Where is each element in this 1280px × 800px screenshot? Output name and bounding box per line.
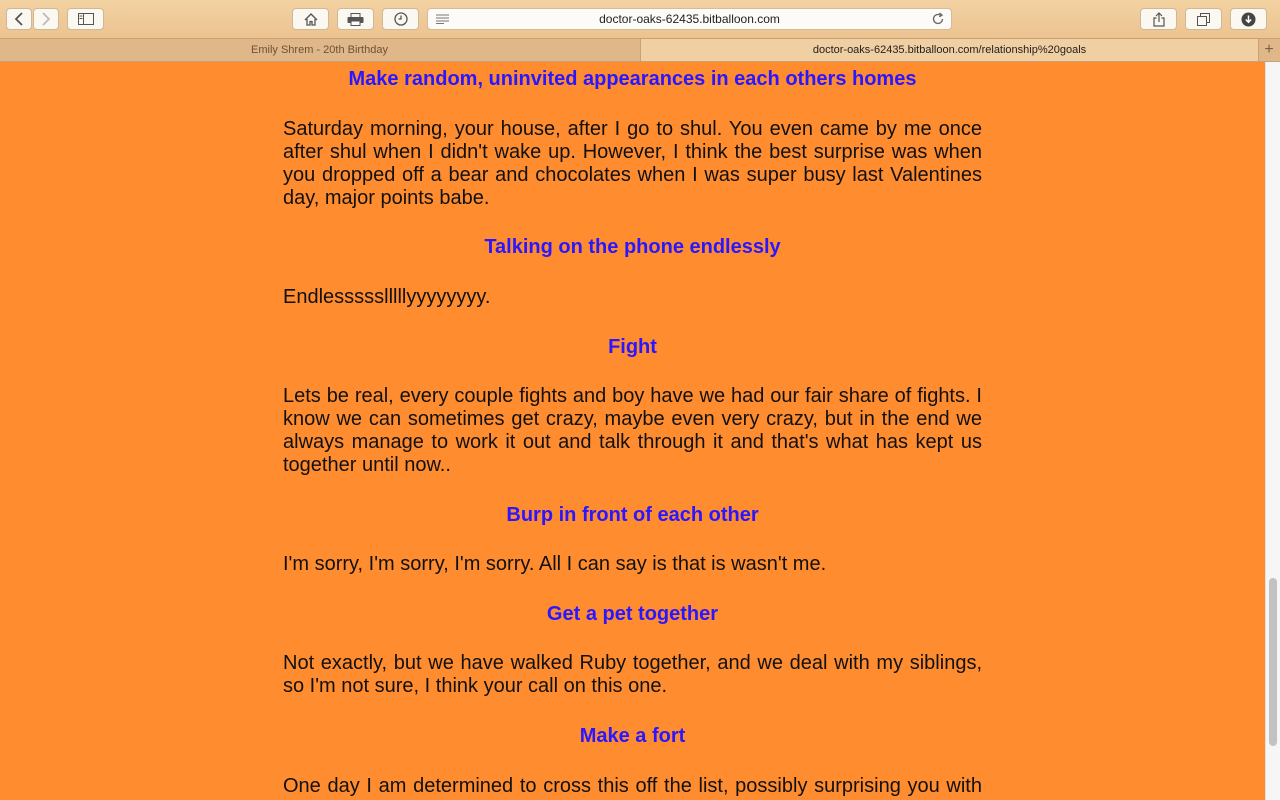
history-button[interactable] (382, 8, 419, 30)
downloads-icon (1241, 12, 1256, 26)
share-icon (1152, 11, 1165, 27)
section-heading: Make random, uninvited appearances in ea… (348, 68, 917, 90)
vertical-scrollbar[interactable] (1265, 62, 1280, 800)
sidebar-button[interactable] (67, 8, 104, 30)
print-icon (347, 12, 364, 26)
scrollbar-thumb[interactable] (1269, 578, 1277, 746)
section-text: Endlessssslllllyyyyyyyy. (283, 286, 491, 308)
downloads-button[interactable] (1230, 8, 1267, 30)
section-text: I'm sorry, I'm sorry, I'm sorry. All I c… (283, 553, 827, 575)
tab-bar: Emily Shrem - 20th Birthday doctor-oaks-… (0, 38, 1280, 62)
tab-emily-shrem[interactable]: Emily Shrem - 20th Birthday (0, 39, 639, 61)
section-heading: Burp in front of each other (506, 504, 759, 526)
share-button[interactable] (1140, 8, 1177, 30)
back-button[interactable] (6, 8, 32, 30)
reload-icon[interactable] (931, 12, 945, 26)
section-heading: Make a fort (579, 725, 686, 747)
new-tab-button[interactable]: + (1258, 39, 1280, 61)
section-text: Saturday morning, your house, after I go… (283, 118, 982, 209)
section-heading: Talking on the phone endlessly (484, 236, 781, 258)
tabs-icon (1197, 12, 1210, 26)
section-text: Lets be real, every couple fights and bo… (283, 385, 982, 476)
forward-icon (42, 12, 51, 26)
sidebar-icon (77, 13, 94, 25)
back-icon (14, 12, 23, 26)
home-button[interactable] (292, 8, 329, 30)
url-text[interactable]: doctor-oaks-62435.bitballoon.com (428, 12, 951, 26)
history-icon (393, 12, 408, 26)
section-text: One day I am determined to cross this of… (283, 775, 982, 800)
section-heading: Fight (608, 336, 657, 358)
home-icon (304, 12, 317, 26)
page-viewport: Make random, uninvited appearances in ea… (0, 62, 1265, 800)
section-text: Not exactly, but we have walked Ruby tog… (283, 652, 982, 697)
browser-toolbar: doctor-oaks-62435.bitballoon.com (0, 0, 1280, 38)
section-heading: Get a pet together (546, 603, 719, 625)
address-bar[interactable]: doctor-oaks-62435.bitballoon.com (427, 8, 952, 30)
new-tab-icon: + (1264, 41, 1274, 58)
tab-label: doctor-oaks-62435.bitballoon.com/relatio… (812, 44, 1087, 56)
tab-relationship-goals[interactable]: doctor-oaks-62435.bitballoon.com/relatio… (640, 39, 1259, 61)
forward-button[interactable] (33, 8, 59, 30)
print-button[interactable] (337, 8, 374, 30)
tabs-overview-button[interactable] (1185, 8, 1222, 30)
tab-label: Emily Shrem - 20th Birthday (251, 44, 388, 56)
